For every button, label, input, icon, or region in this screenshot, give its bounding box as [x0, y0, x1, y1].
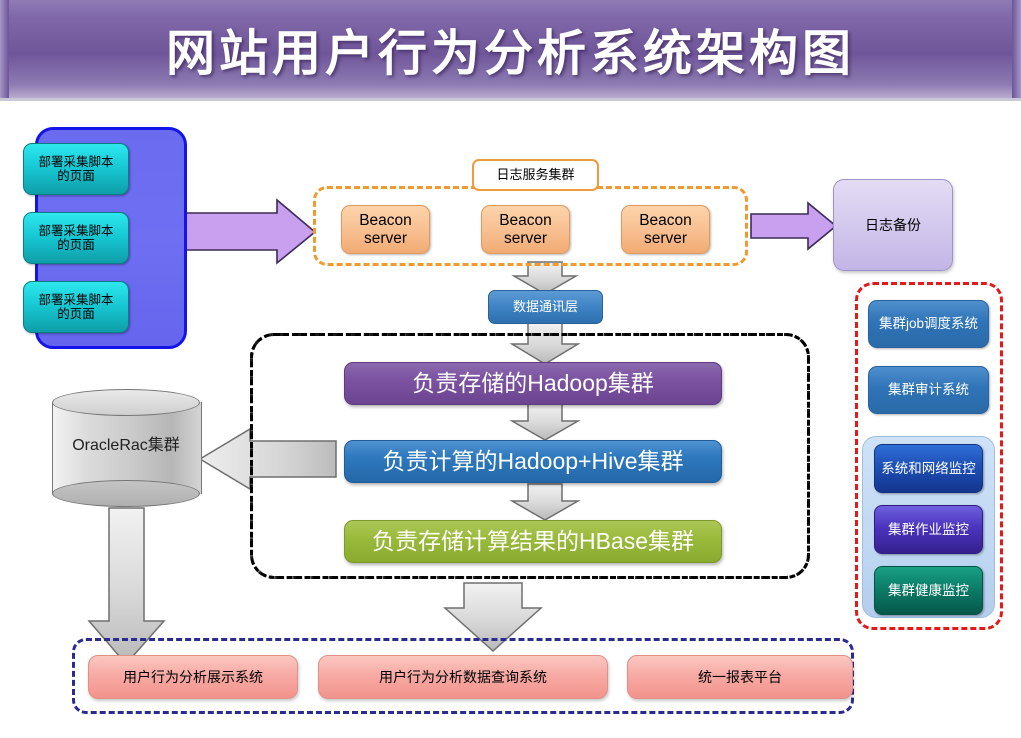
oracle-rac-label: OracleRac集群: [72, 437, 180, 454]
cluster-job-monitor[interactable]: 集群作业监控: [874, 505, 983, 554]
source-page-3-label: 部署采集脚本的页面: [38, 292, 114, 321]
beacon-server-2[interactable]: Beacon server: [481, 205, 570, 254]
arrow-sources-to-beacon: [185, 198, 317, 265]
hadoop-storage-cluster[interactable]: 负责存储的Hadoop集群: [344, 362, 722, 405]
cluster-health-monitor-label: 集群健康监控: [888, 582, 969, 598]
page-title: 网站用户行为分析系统架构图: [165, 23, 855, 82]
behavior-analysis-query-system[interactable]: 用户行为分析数据查询系统: [318, 655, 608, 699]
oracle-rac-database[interactable]: OracleRac集群: [52, 389, 202, 507]
system-network-monitor[interactable]: 系统和网络监控: [874, 444, 983, 493]
source-page-1-label: 部署采集脚本的页面: [38, 154, 114, 183]
source-page-2-label: 部署采集脚本的页面: [38, 223, 114, 252]
source-page-2[interactable]: 部署采集脚本的页面: [23, 212, 129, 264]
cluster-job-monitor-label: 集群作业监控: [888, 521, 969, 537]
beacon-server-2-label: Beacon server: [499, 211, 552, 247]
hbase-result-cluster-label: 负责存储计算结果的HBase集群: [371, 528, 695, 555]
behavior-analysis-query-system-label: 用户行为分析数据查询系统: [379, 668, 547, 685]
data-communication-layer-label: 数据通讯层: [512, 298, 578, 314]
log-service-cluster-title-label: 日志服务集群: [496, 166, 575, 182]
unified-report-platform-label: 统一报表平台: [698, 668, 782, 685]
beacon-server-1[interactable]: Beacon server: [341, 205, 430, 254]
cluster-health-monitor[interactable]: 集群健康监控: [874, 566, 983, 615]
beacon-server-3-label: Beacon server: [639, 211, 692, 247]
hadoop-storage-cluster-label: 负责存储的Hadoop集群: [412, 370, 654, 397]
behavior-analysis-display-system-label: 用户行为分析展示系统: [123, 668, 263, 685]
cylinder-bottom: [52, 480, 200, 507]
cluster-job-scheduler-label: 集群job调度系统: [878, 316, 978, 332]
source-page-3[interactable]: 部署采集脚本的页面: [23, 281, 129, 333]
log-backup-label: 日志备份: [865, 216, 921, 233]
cluster-job-scheduler[interactable]: 集群job调度系统: [868, 300, 989, 348]
log-service-cluster-title: 日志服务集群: [472, 159, 599, 191]
arrow-beacon-to-backup: [750, 201, 838, 251]
cluster-audit-system-label: 集群审计系统: [888, 382, 969, 398]
hbase-result-cluster[interactable]: 负责存储计算结果的HBase集群: [344, 520, 722, 563]
architecture-diagram: 网站用户行为分析系统架构图 部署采集脚本的页面 部署采集脚本的页面 部署采集脚本…: [0, 0, 1021, 738]
system-network-monitor-label: 系统和网络监控: [881, 460, 976, 476]
hadoop-hive-compute-cluster[interactable]: 负责计算的Hadoop+Hive集群: [344, 440, 722, 483]
cluster-audit-system[interactable]: 集群审计系统: [868, 366, 989, 414]
unified-report-platform[interactable]: 统一报表平台: [627, 655, 853, 699]
cylinder-top: [52, 389, 200, 416]
data-communication-layer[interactable]: 数据通讯层: [488, 290, 603, 324]
log-backup-node[interactable]: 日志备份: [833, 179, 953, 271]
beacon-server-1-label: Beacon server: [359, 211, 412, 247]
behavior-analysis-display-system[interactable]: 用户行为分析展示系统: [88, 655, 298, 699]
beacon-server-3[interactable]: Beacon server: [621, 205, 710, 254]
hadoop-hive-compute-cluster-label: 负责计算的Hadoop+Hive集群: [382, 448, 684, 475]
title-banner: 网站用户行为分析系统架构图: [0, 0, 1021, 101]
source-page-1[interactable]: 部署采集脚本的页面: [23, 143, 129, 195]
